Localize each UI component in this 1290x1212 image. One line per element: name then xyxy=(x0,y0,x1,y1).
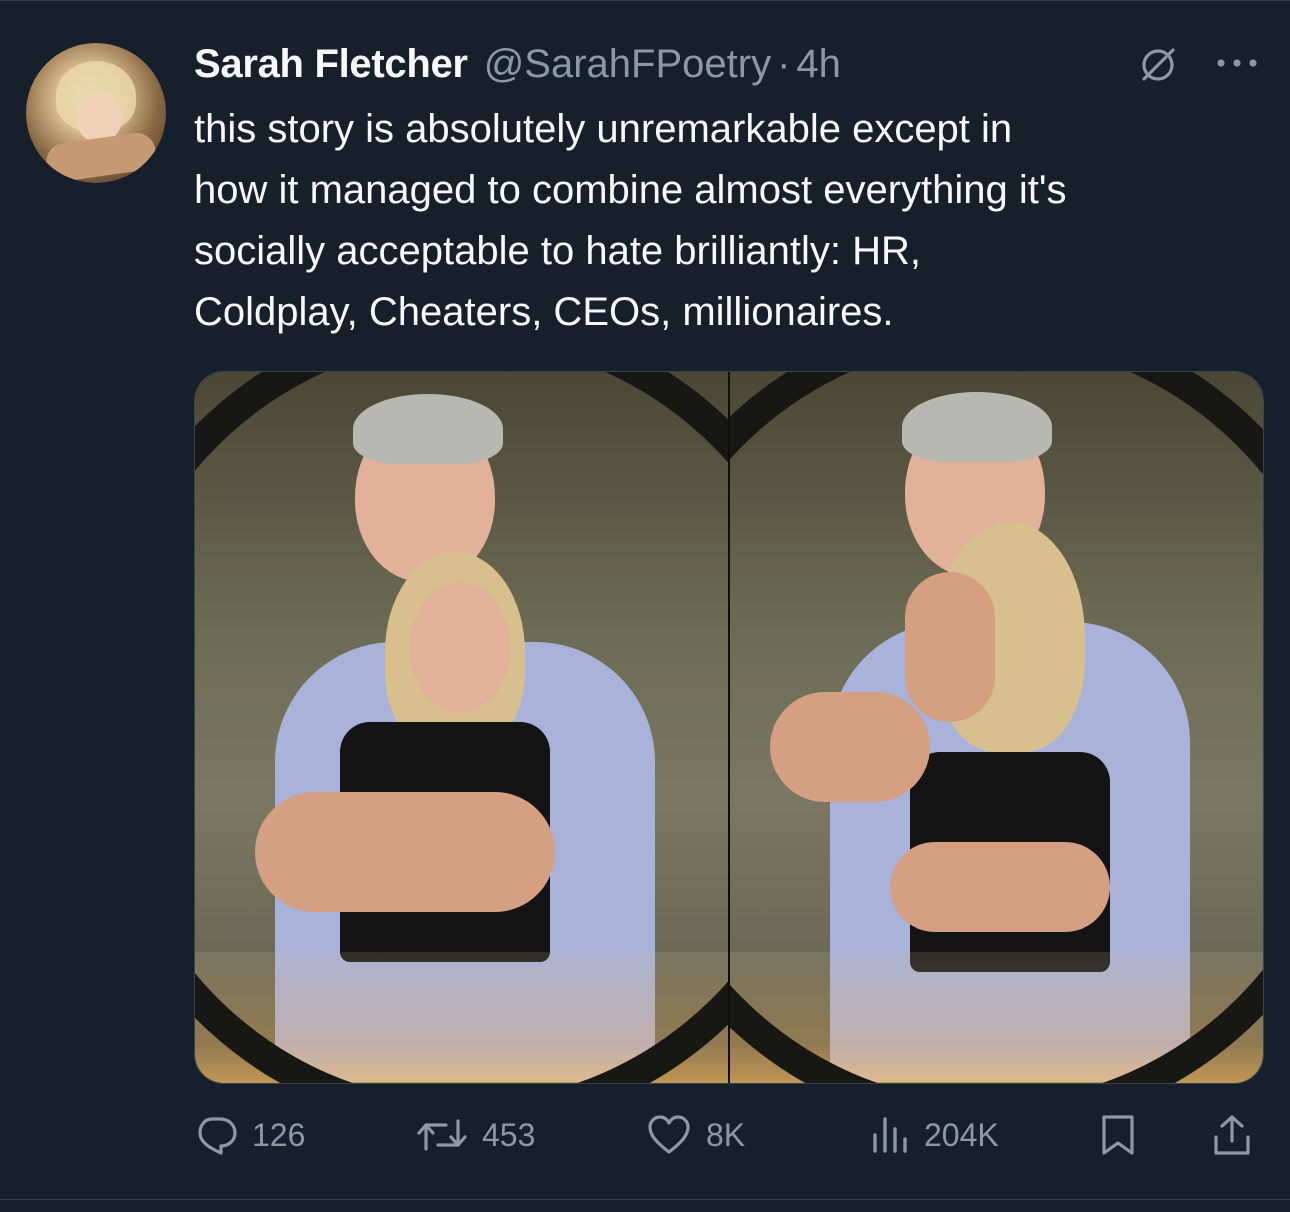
tweet-text: this story is absolutely unremarkable ex… xyxy=(194,99,1264,343)
reply-icon xyxy=(198,1117,237,1155)
like-count: 8K xyxy=(706,1116,746,1153)
retweet-button[interactable]: 453 xyxy=(416,1109,535,1161)
tweet-header: Sarah Fletcher @SarahFPoetry · 4h xyxy=(194,39,841,89)
tweet-text-line: socially acceptable to hate brilliantly:… xyxy=(194,229,922,273)
retweet-count: 453 xyxy=(482,1116,536,1153)
share-button[interactable] xyxy=(1210,1109,1254,1161)
tweet-text-line: how it managed to combine almost everyth… xyxy=(194,168,1067,212)
tweet-text-line: Coldplay, Cheaters, CEOs, millionaires. xyxy=(194,290,894,334)
separator-dot: · xyxy=(777,41,791,86)
timestamp[interactable]: 4h xyxy=(796,42,841,87)
more-icon[interactable] xyxy=(1215,53,1259,73)
author-display-name[interactable]: Sarah Fletcher xyxy=(194,42,468,87)
media-grid xyxy=(194,371,1264,1084)
views-count: 204K xyxy=(924,1116,999,1153)
photo-couple-smiling[interactable] xyxy=(195,372,728,1083)
retweet-icon xyxy=(417,1119,467,1151)
reply-button[interactable]: 126 xyxy=(194,1109,305,1161)
share-icon xyxy=(1214,1115,1250,1155)
heart-icon xyxy=(648,1115,690,1154)
avatar[interactable] xyxy=(26,43,166,183)
avatar-arm xyxy=(43,130,159,183)
photo-couple-hiding[interactable] xyxy=(730,372,1263,1083)
bookmark-button[interactable] xyxy=(1098,1109,1138,1161)
views-icon xyxy=(873,1117,907,1153)
views-button[interactable]: 204K xyxy=(870,1109,999,1161)
like-button[interactable]: 8K xyxy=(646,1109,745,1161)
bookmark-icon xyxy=(1102,1115,1134,1155)
tweet-text-line: this story is absolutely unremarkable ex… xyxy=(194,107,1013,151)
tweet[interactable]: Sarah Fletcher @SarahFPoetry · 4h this s… xyxy=(0,0,1290,1212)
action-bar: 126 453 8K 204K xyxy=(194,1109,1264,1161)
grok-icon[interactable] xyxy=(1138,45,1178,85)
author-handle[interactable]: @SarahFPoetry xyxy=(484,42,771,87)
reply-count: 126 xyxy=(252,1116,306,1153)
divider xyxy=(0,1199,1290,1200)
